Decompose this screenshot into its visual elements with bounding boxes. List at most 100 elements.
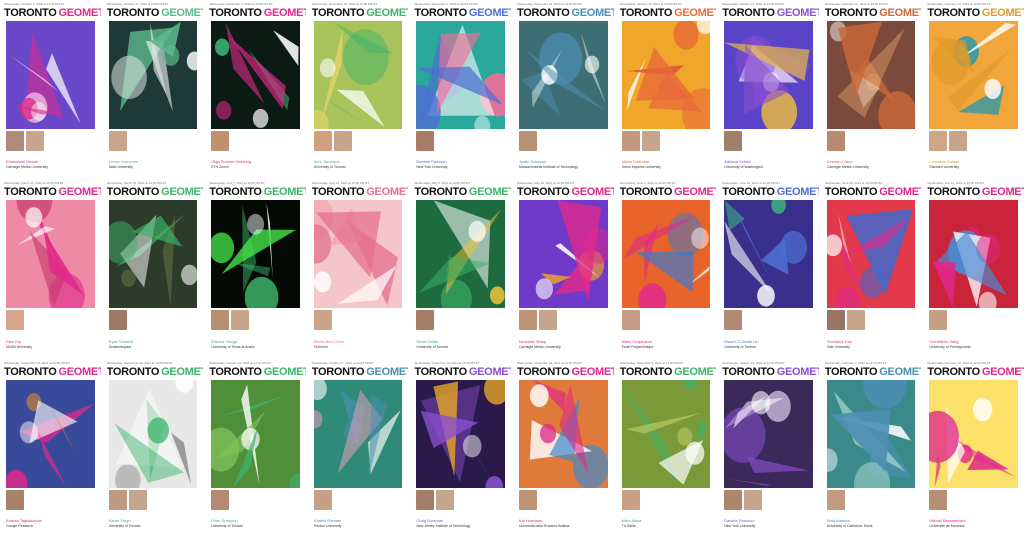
poster-tile[interactable]: Wednesday, June 30, 2021 at 12:00 PM ET T… (820, 179, 922, 357)
speaker-photo (518, 489, 537, 510)
poster-tile[interactable]: Wednesday, February 10, 2021 at 12:00 PM… (820, 0, 922, 178)
speaker-photo (436, 489, 455, 510)
series-title-part2: GEOMETRY (879, 365, 921, 378)
speaker-institution: Aalto University (108, 165, 133, 170)
poster-series-title: TORONTOGEOMETRYCOLLOQUIUM (825, 366, 922, 378)
speaker-institution: McGill University (6, 344, 33, 349)
speaker-institution: University of Texas at Austin (211, 344, 255, 349)
poster-tile[interactable]: Wednesday, December 8, 2021 at 12:00 PM … (615, 358, 717, 536)
series-title-part2: GEOMETRY (776, 365, 819, 378)
series-title-part2: GEOMETRY (879, 186, 921, 199)
poster-tile[interactable]: Wednesday, November 18, 2020 at 12:00 PM… (307, 0, 409, 178)
poster-tile[interactable]: Wednesday, October 27, 2021 at 12:00 PM … (307, 358, 409, 536)
speaker-photo (108, 310, 127, 331)
speaker-name: Heimo Helminen (108, 159, 139, 165)
illustration-shape (933, 262, 956, 308)
poster-info: Mirela Ben-Chen Technion (313, 310, 403, 353)
speaker-name: Paul Kry (6, 338, 22, 344)
poster-tile[interactable]: Wednesday, March 24, 2021 at 12:00 PM ET… (102, 179, 204, 357)
poster-illustration (621, 379, 711, 488)
series-title-part2: GEOMETRY (981, 365, 1024, 378)
poster-series-title: TORONTOGEOMETRYCOLLOQUIUM (517, 186, 614, 198)
speaker-institution: University of Toronto (108, 523, 141, 528)
series-title-part1: TORONTO (619, 365, 673, 378)
poster-illustration (929, 21, 1018, 129)
poster-info: Silvia Sellán University of Toronto (416, 310, 505, 353)
illustration-shape (289, 472, 300, 488)
poster-tile[interactable]: Wednesday, September 15, 2021 at 12:00 P… (0, 358, 101, 536)
series-title-part1: TORONTO (722, 7, 775, 19)
poster-illustration (518, 379, 608, 488)
poster-series-title: TORONTOGEOMETRYCOLLOQUIUM (209, 366, 306, 378)
poster-illustration (826, 200, 916, 309)
poster-info: Mikhail Bessmeltsev Université de Montréa… (929, 489, 1018, 533)
poster-tile[interactable]: Wednesday, February 24, 2021 at 12:00 PM… (923, 0, 1024, 178)
poster-info: Adriana Schulz University of Washington (724, 131, 813, 174)
illustration-shape (463, 434, 482, 458)
speaker-photo (724, 131, 743, 151)
illustration-shape (37, 430, 67, 487)
poster-tile[interactable]: Wednesday, December 2, 2020 at 12:00 PM … (410, 0, 511, 178)
poster-tile[interactable]: Wednesday, January 27, 2021 at 12:00 PM … (718, 0, 819, 178)
poster-tile[interactable]: Wednesday, October 13, 2021 at 12:00 PM … (205, 358, 306, 536)
illustration-shape (673, 21, 699, 50)
illustration-shape (342, 29, 389, 85)
poster-tile[interactable]: Wednesday, February 16, 2022 at 12:00 PM… (923, 358, 1024, 536)
illustration-shape (215, 38, 230, 56)
poster-info: Marc Alexa TU Berlin (621, 489, 711, 533)
series-title-part2: GEOMETRY (366, 365, 408, 378)
speaker-institution: University of Toronto (211, 523, 244, 528)
poster-illustration (108, 200, 198, 309)
poster-tile[interactable]: Wednesday, December 16, 2020 at 12:00 PM… (512, 0, 614, 178)
poster-tile[interactable]: Wednesday, November 4, 2020 at 12:00 PM … (205, 0, 306, 178)
poster-tile[interactable]: Wednesday, January 19, 2022 at 12:00 PM … (718, 358, 819, 536)
poster-tile[interactable]: Wednesday, October 21, 2020 at 12:00 PM … (102, 0, 204, 178)
poster-tile[interactable]: Wednesday, February 2, 2022 at 12:00 PM … (820, 358, 922, 536)
speaker-photo (538, 310, 557, 331)
illustration-shape (826, 234, 842, 257)
illustration-shape (826, 448, 838, 472)
series-title-part1: TORONTO (106, 186, 160, 199)
illustration-shape (757, 285, 776, 307)
illustration-shape (682, 379, 698, 390)
poster-tile[interactable]: Wednesday, October 7, 2020 at 12:00 PM E… (0, 0, 101, 178)
poster-tile[interactable]: Wednesday, January 13, 2021 at 12:00 PM … (615, 0, 717, 178)
poster-tile[interactable]: Wednesday, September 29, 2021 at 12:00 P… (102, 358, 204, 536)
poster-tile[interactable]: Wednesday, November 24, 2021 at 12:00 PM… (512, 358, 614, 536)
speaker-photo (6, 489, 24, 510)
speaker-name: Maks Ovsjanikov (621, 338, 652, 344)
speaker-name: Eitan Grinspun (211, 517, 238, 523)
poster-illustration (724, 21, 813, 129)
series-title-part2: GEOMETRY (879, 7, 921, 19)
poster-info: Eitan Grinspun University of Toronto (211, 489, 300, 533)
poster-info: Ryan Schmidt Gradientspace (108, 310, 198, 353)
series-title-part1: TORONTO (311, 365, 365, 378)
speaker-institution: Carnegie Mellon University (826, 165, 869, 170)
illustration-shape (313, 379, 327, 400)
poster-series-title: TORONTOGEOMETRYCOLLOQUIUM (209, 7, 306, 19)
speaker-photo (724, 489, 743, 510)
poster-tile[interactable]: Wednesday, July 14, 2021 at 12:00 PM ET T… (923, 179, 1024, 357)
poster-tile[interactable]: Wednesday, May 5, 2021 at 12:00 PM ET TOR… (410, 179, 511, 357)
poster-tile[interactable]: Wednesday, June 2, 2021 at 12:00 PM ET TO… (615, 179, 717, 357)
speaker-photo (826, 489, 845, 510)
speaker-photo (6, 310, 24, 331)
poster-tile[interactable]: Wednesday, April 21, 2021 at 12:00 PM ET… (307, 179, 409, 357)
series-title-part1: TORONTO (619, 7, 673, 19)
poster-tile[interactable]: Wednesday, May 19, 2021 at 12:00 PM ET TO… (512, 179, 614, 357)
poster-tile[interactable]: Wednesday, June 16, 2021 at 12:00 PM ET T… (718, 179, 819, 357)
poster-tile[interactable]: Wednesday, April 7, 2021 at 12:00 PM ET T… (205, 179, 306, 357)
poster-info: Paul Kry McGill University (6, 310, 95, 353)
speaker-institution: University of Washington (724, 165, 763, 170)
speaker-photo (621, 310, 640, 331)
speaker-photo (621, 489, 640, 510)
series-title-part2: GEOMETRY (161, 7, 203, 19)
series-title-part2: GEOMETRY (161, 186, 203, 199)
poster-tile[interactable]: Wednesday, November 10, 2021 at 12:00 PM… (410, 358, 511, 536)
speaker-name: Adriana Schulz (724, 159, 752, 165)
poster-series-title: TORONTOGEOMETRYCOLLOQUIUM (517, 7, 614, 19)
speaker-photo (929, 489, 948, 510)
poster-tile[interactable]: Wednesday, March 10, 2021 at 12:00 PM ET… (0, 179, 101, 357)
speaker-photo (313, 131, 332, 151)
illustration-shape (319, 27, 343, 127)
